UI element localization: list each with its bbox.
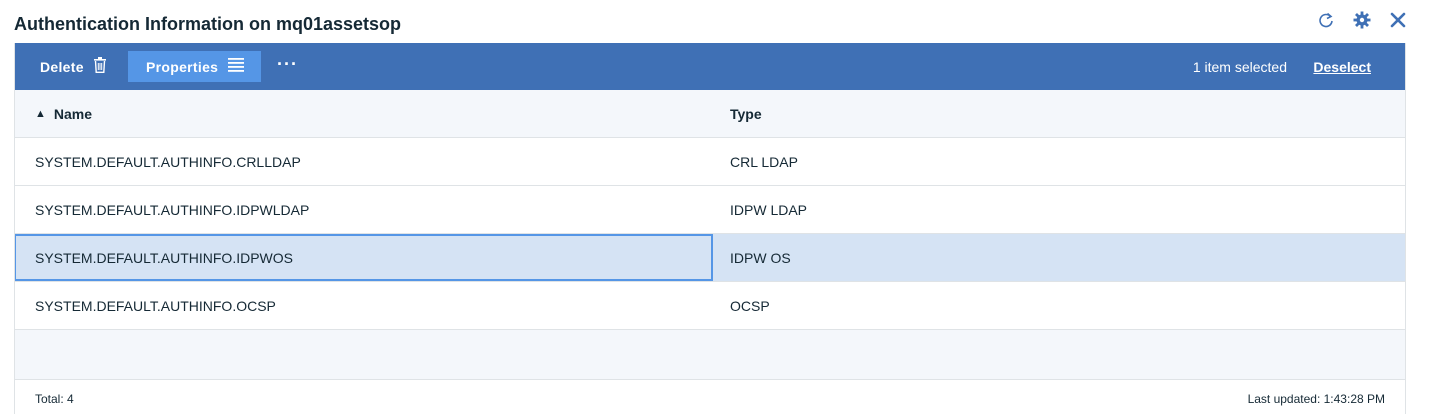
table-row[interactable]: SYSTEM.DEFAULT.AUTHINFO.IDPWLDAP IDPW LD… [15, 186, 1405, 234]
selection-count: 1 item selected [1192, 59, 1287, 75]
refresh-icon[interactable] [1315, 9, 1337, 31]
column-header-name-label: Name [53, 106, 93, 122]
table-body: SYSTEM.DEFAULT.AUTHINFO.CRLLDAP CRL LDAP… [15, 138, 1405, 330]
properties-label: Properties [146, 58, 219, 75]
properties-button[interactable]: Properties [128, 51, 261, 82]
gear-icon[interactable] [1351, 9, 1373, 31]
row-name-cell: SYSTEM.DEFAULT.AUTHINFO.IDPWOS [35, 249, 293, 266]
delete-button[interactable]: Delete [40, 51, 106, 82]
row-name-cell: SYSTEM.DEFAULT.AUTHINFO.OCSP [35, 297, 276, 314]
total-count: Total: 4 [35, 392, 74, 406]
table-row[interactable]: SYSTEM.DEFAULT.AUTHINFO.CRLLDAP CRL LDAP [15, 138, 1405, 186]
table-footer: Total: 4 Last updated: 1:43:28 PM [15, 379, 1405, 414]
column-header-type[interactable]: Type [730, 90, 762, 138]
auth-info-panel: Delete Properties ··· 1 item selected De… [14, 43, 1406, 414]
deselect-link[interactable]: Deselect [1313, 59, 1371, 75]
row-name-cell: SYSTEM.DEFAULT.AUTHINFO.IDPWLDAP [35, 201, 310, 218]
table-row-selected[interactable]: SYSTEM.DEFAULT.AUTHINFO.IDPWOS IDPW OS [15, 234, 1405, 282]
sort-ascending-icon: ▲ [35, 108, 46, 120]
last-updated: Last updated: 1:43:28 PM [1247, 392, 1385, 406]
row-name-cell: SYSTEM.DEFAULT.AUTHINFO.CRLLDAP [35, 153, 301, 170]
column-header-name[interactable]: ▲ Name [35, 90, 92, 138]
window-actions [1315, 9, 1409, 31]
close-icon[interactable] [1387, 9, 1409, 31]
delete-label: Delete [40, 58, 84, 75]
page-title: Authentication Information on mq01assets… [14, 14, 402, 34]
more-icon: ··· [277, 54, 298, 74]
row-type-cell: IDPW LDAP [730, 201, 808, 218]
selection-toolbar: Delete Properties ··· 1 item selected De… [15, 43, 1405, 90]
more-actions-button[interactable]: ··· [277, 49, 298, 80]
row-type-cell: CRL LDAP [730, 153, 798, 170]
table-header: ▲ Name Type [15, 90, 1405, 138]
table-row[interactable]: SYSTEM.DEFAULT.AUTHINFO.OCSP OCSP [15, 282, 1405, 330]
list-icon [228, 58, 245, 75]
row-type-cell: OCSP [730, 297, 770, 314]
trash-icon [93, 57, 106, 76]
row-type-cell: IDPW OS [730, 249, 791, 266]
